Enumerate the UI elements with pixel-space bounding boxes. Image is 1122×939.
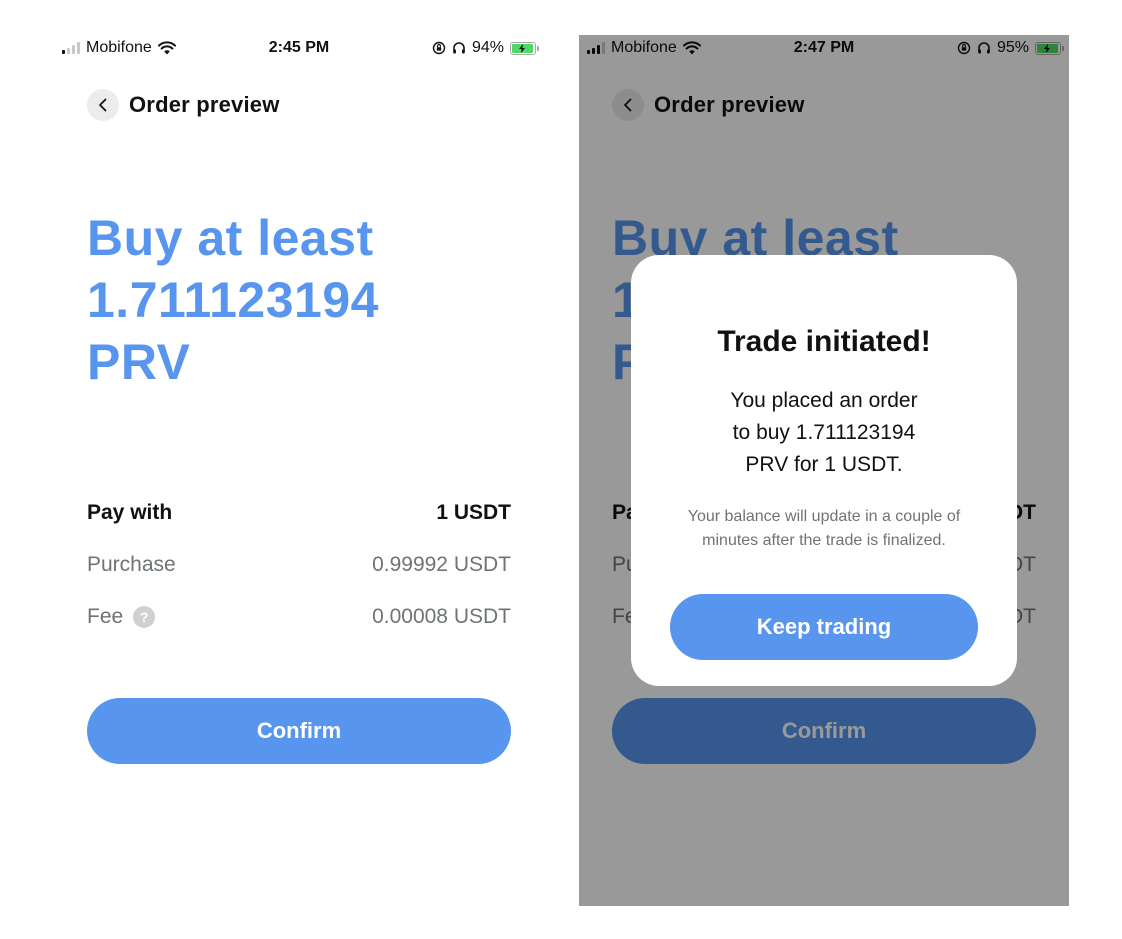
modal-message-line: PRV for 1 USDT. [745, 453, 903, 476]
battery-percent: 94% [471, 39, 504, 56]
detail-value: 0.99992 USDT [372, 553, 511, 576]
help-icon[interactable]: ? [133, 606, 156, 628]
order-details: Pay with 1 USDT Purchase 0.99992 USDT Fe… [87, 487, 511, 643]
modal-title: Trade initiated! [717, 325, 931, 358]
status-right: 94% [432, 39, 539, 57]
battery-icon [510, 41, 539, 55]
battery-fill [512, 43, 533, 53]
detail-row-fee: Fee ? 0.00008 USDT [87, 591, 511, 643]
detail-label: Purchase [87, 553, 176, 576]
status-bar: Mobifone 2:45 PM 94% [54, 35, 544, 63]
chevron-left-icon [99, 98, 107, 112]
modal-note: Your balance will update in a couple of … [687, 508, 961, 549]
detail-value: 0.00008 USDT [372, 605, 511, 628]
orientation-lock-icon [432, 41, 446, 55]
detail-label: Fee [87, 605, 124, 628]
keep-trading-button[interactable]: Keep trading [670, 594, 978, 660]
detail-label-wrap: Fee ? [87, 605, 156, 629]
modal-message-line: You placed an order [730, 389, 918, 412]
detail-label: Pay with [87, 501, 173, 524]
detail-row-pay-with: Pay with 1 USDT [87, 487, 511, 539]
headline-amount: 1.711123194 [87, 272, 379, 328]
confirm-button[interactable]: Confirm [87, 698, 511, 764]
trade-initiated-modal: Trade initiated! You placed an order to … [631, 255, 1017, 686]
page-title: Order preview [129, 92, 280, 117]
trade-initiated-screen: Mobifone 2:47 PM 95% Order preview Buy a… [579, 35, 1069, 906]
headphones-icon [453, 42, 465, 54]
modal-message: You placed an order to buy 1.711123194 P… [681, 385, 967, 481]
modal-message-line: to buy 1.711123194 [732, 421, 916, 444]
order-headline: Buy at least 1.711123194 PRV [87, 207, 517, 393]
charging-bolt-icon [519, 43, 526, 53]
detail-value: 1 USDT [436, 501, 511, 524]
headline-line-1: Buy at least [87, 210, 374, 266]
page-header: Order preview [87, 89, 280, 121]
detail-row-purchase: Purchase 0.99992 USDT [87, 539, 511, 591]
headline-token: PRV [87, 334, 191, 390]
back-button[interactable] [87, 89, 119, 121]
order-preview-screen: Mobifone 2:45 PM 94% Order preview Buy a… [54, 35, 544, 906]
